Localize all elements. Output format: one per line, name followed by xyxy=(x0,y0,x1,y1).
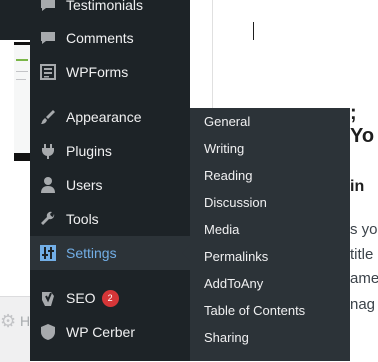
editor-text-line: ame xyxy=(350,270,378,287)
editor-text-line: title xyxy=(350,246,374,263)
menu-item-testimonials[interactable]: Testimonials xyxy=(30,0,190,22)
settings-icon xyxy=(30,244,66,262)
submenu-item-permalinks[interactable]: Permalinks xyxy=(204,249,268,264)
testimonials-icon xyxy=(30,0,66,14)
menu-item-settings[interactable]: Settings xyxy=(30,236,190,270)
menu-item-label: Comments xyxy=(66,30,134,46)
paintbrush-icon xyxy=(30,108,66,126)
menu-item-label: Appearance xyxy=(66,109,142,125)
editor-heading-fragment: ; Yo xyxy=(350,102,375,147)
background-dark-area xyxy=(0,0,30,40)
submenu-item-addtoany[interactable]: AddToAny xyxy=(204,276,263,291)
text-cursor xyxy=(253,22,254,40)
menu-separator xyxy=(30,92,190,93)
menu-item-label: Settings xyxy=(66,245,117,261)
menu-item-label: Plugins xyxy=(66,143,112,159)
submenu-item-discussion[interactable]: Discussion xyxy=(204,195,267,210)
submenu-item-sharing[interactable]: Sharing xyxy=(204,330,249,345)
user-icon xyxy=(30,176,66,194)
editor-subheading-fragment: in xyxy=(350,178,365,195)
submenu-item-media[interactable]: Media xyxy=(204,222,239,237)
submenu-item-table-of-contents[interactable]: Table of Contents xyxy=(204,303,305,318)
wrench-icon xyxy=(30,210,66,228)
background-bottom-text: H xyxy=(20,313,31,329)
background-thumbnail xyxy=(14,42,30,161)
menu-item-wpforms[interactable]: WPForms xyxy=(30,55,190,89)
admin-sidebar-menu: Testimonials Comments WPForms Appearance… xyxy=(30,0,190,361)
menu-item-tools[interactable]: Tools xyxy=(30,202,190,236)
gear-icon: ⚙ xyxy=(0,311,17,331)
settings-submenu: General Writing Reading Discussion Media… xyxy=(190,108,350,361)
cerber-icon xyxy=(30,323,66,341)
submenu-item-writing[interactable]: Writing xyxy=(204,141,244,156)
menu-item-users[interactable]: Users xyxy=(30,168,190,202)
menu-item-label: WP Cerber xyxy=(66,324,135,340)
submenu-item-reading[interactable]: Reading xyxy=(204,168,252,183)
yoast-icon xyxy=(30,289,66,307)
background-page-strip: ⚙ H xyxy=(0,0,30,362)
comment-icon xyxy=(30,29,66,47)
menu-item-comments[interactable]: Comments xyxy=(30,21,190,55)
submenu-pointer-arrow xyxy=(182,245,190,261)
plugin-icon xyxy=(30,142,66,160)
menu-item-label: Tools xyxy=(66,211,99,227)
form-icon xyxy=(30,63,66,81)
menu-item-label: Testimonials xyxy=(66,0,144,13)
submenu-item-general[interactable]: General xyxy=(204,114,250,129)
editor-text-line: nag xyxy=(350,296,376,313)
menu-item-seo[interactable]: SEO 2 xyxy=(30,281,190,315)
menu-item-label: SEO xyxy=(66,290,96,306)
menu-item-appearance[interactable]: Appearance xyxy=(30,100,190,134)
update-count-badge: 2 xyxy=(101,289,119,307)
menu-item-label: Users xyxy=(66,177,103,193)
editor-text-line: s yo xyxy=(350,221,378,238)
background-bottom-bar: ⚙ H xyxy=(0,296,30,362)
menu-item-plugins[interactable]: Plugins xyxy=(30,134,190,168)
menu-item-label: WPForms xyxy=(66,64,129,80)
menu-item-wp-cerber[interactable]: WP Cerber xyxy=(30,315,190,349)
